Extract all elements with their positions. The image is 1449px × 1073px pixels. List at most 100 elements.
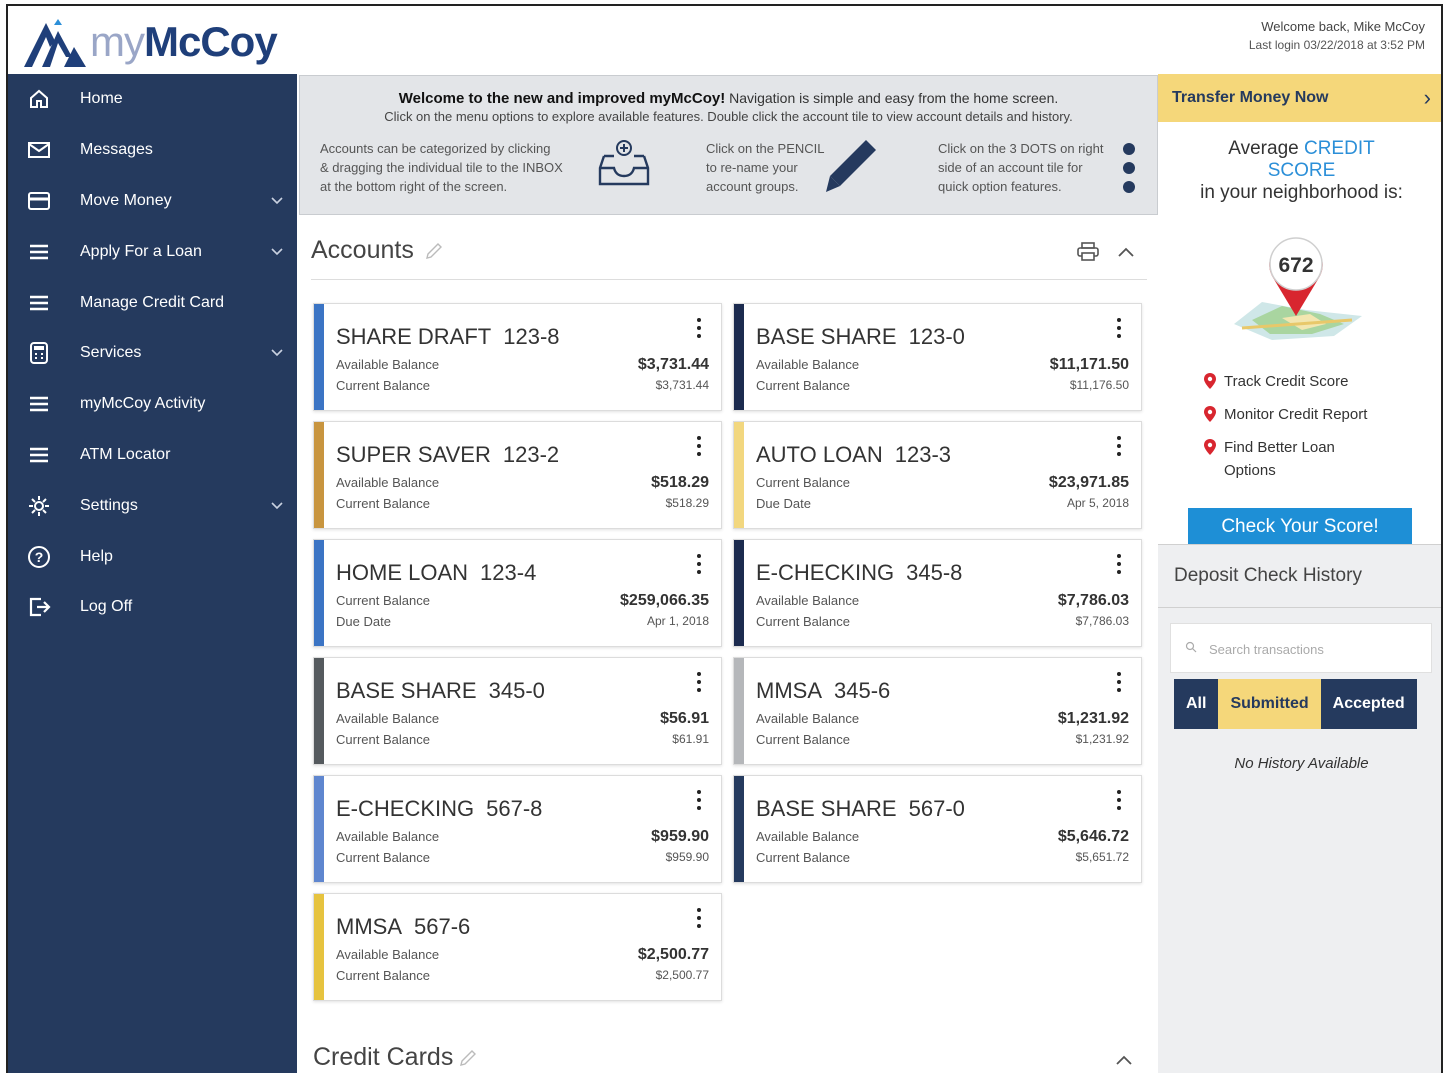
more-options-icon[interactable] <box>697 672 701 696</box>
balance-label: Current Balance <box>336 968 430 983</box>
sidebar-item-atm-locator[interactable]: ATM Locator <box>8 430 297 481</box>
transfer-money-button[interactable]: Transfer Money Now › <box>1158 74 1441 122</box>
filter-submitted-button[interactable]: Submitted <box>1218 679 1321 729</box>
sidebar-item-move-money[interactable]: Move Money <box>8 176 297 227</box>
chevron-down-icon[interactable] <box>271 192 283 210</box>
filter-all-button[interactable]: All <box>1174 679 1219 729</box>
balance-label: Current Balance <box>336 850 430 865</box>
more-options-icon[interactable] <box>1117 436 1121 460</box>
account-tile[interactable]: MMSA 567-6 Available Balance Current Balanc… <box>313 893 722 1001</box>
balance-value: $259,066.35 <box>620 592 709 609</box>
filter-accepted-button[interactable]: Accepted <box>1320 679 1417 729</box>
main-content: Welcome to the new and improved myMcCoy!… <box>297 74 1158 1073</box>
balance-label: Current Balance <box>336 593 430 608</box>
collapse-accounts-icon[interactable] <box>1117 246 1135 258</box>
account-color-bar <box>314 304 324 410</box>
credit-score-value: 672 <box>1278 254 1313 277</box>
credit-score-heading: Average CREDIT SCORE in your neighborhoo… <box>1200 138 1403 203</box>
pencil-edit-icon[interactable] <box>425 242 443 260</box>
sidebar-item-help[interactable]: ? Help <box>8 531 297 582</box>
sidebar-item-mymccoy-activity[interactable]: myMcCoy Activity <box>8 379 297 430</box>
account-color-bar <box>314 776 324 882</box>
balance-value: Apr 1, 2018 <box>646 614 709 628</box>
sidebar-item-label: Settings <box>80 496 138 514</box>
search-input[interactable] <box>1209 638 1419 660</box>
logo[interactable]: myMcCoy <box>24 12 278 72</box>
account-tile[interactable]: HOME LOAN 123-4 Current Balance Due Date $25… <box>313 539 722 647</box>
credit-cards-title: Credit Cards <box>313 1043 454 1071</box>
welcome-message: Welcome back, Mike McCoy <box>1261 19 1425 34</box>
menu-icon <box>26 391 52 417</box>
balance-value: $959.90 <box>665 850 709 864</box>
more-options-icon[interactable] <box>697 436 701 460</box>
sidebar-item-apply-for-a-loan[interactable]: Apply For a Loan <box>8 226 297 277</box>
last-login: Last login 03/22/2018 at 3:52 PM <box>1248 38 1425 52</box>
calculator-icon <box>26 340 52 366</box>
sidebar-item-log-off[interactable]: Log Off <box>8 582 297 633</box>
balance-label: Available Balance <box>756 711 860 726</box>
balance-label: Current Balance <box>756 378 850 393</box>
sidebar-item-home[interactable]: Home <box>8 74 297 125</box>
account-tile[interactable]: E-CHECKING 345-8 Available Balance Current … <box>733 539 1142 647</box>
banner-subtitle: Click on the menu options to explore ava… <box>384 109 1073 124</box>
balance-value: $518.29 <box>651 474 709 491</box>
deposit-history-title: Deposit Check History <box>1174 565 1362 586</box>
logout-icon <box>26 594 52 620</box>
chevron-down-icon[interactable] <box>271 344 283 362</box>
more-options-icon[interactable] <box>697 908 701 932</box>
account-tile[interactable]: BASE SHARE 123-0 Available Balance Current … <box>733 303 1142 411</box>
account-name: BASE SHARE 345-0 <box>336 678 545 703</box>
balance-value: $1,231.92 <box>1075 732 1129 746</box>
balance-label: Available Balance <box>756 357 860 372</box>
balance-value: $61.91 <box>672 732 709 746</box>
print-icon[interactable] <box>1077 242 1099 262</box>
pencil-edit-icon[interactable] <box>459 1049 477 1067</box>
credit-features-list: Track Credit Score Monitor Credit Report… <box>1204 370 1367 492</box>
balance-label: Due Date <box>756 496 811 511</box>
account-tile[interactable]: BASE SHARE 567-0 Available Balance Current … <box>733 775 1142 883</box>
account-tile[interactable]: MMSA 345-6 Available Balance Current Balanc… <box>733 657 1142 765</box>
balance-value: $5,646.72 <box>1057 828 1129 845</box>
sidebar-item-label: ATM Locator <box>80 445 171 463</box>
balance-value: $518.29 <box>665 496 709 510</box>
balance-label: Current Balance <box>756 475 850 490</box>
account-tile[interactable]: SHARE DRAFT 123-8 Available Balance Current… <box>313 303 722 411</box>
more-options-icon[interactable] <box>1117 672 1121 696</box>
account-tile[interactable]: AUTO LOAN 123-3 Current Balance Due Date $23… <box>733 421 1142 529</box>
balance-value: $2,500.77 <box>655 968 709 982</box>
account-name: HOME LOAN 123-4 <box>336 560 537 585</box>
sidebar-item-label: Apply For a Loan <box>80 242 202 260</box>
account-tile[interactable]: BASE SHARE 345-0 Available Balance Current … <box>313 657 722 765</box>
account-name: AUTO LOAN 123-3 <box>756 442 952 467</box>
help-icon: ? <box>26 544 52 570</box>
more-options-icon[interactable] <box>1117 790 1121 814</box>
sidebar-item-settings[interactable]: Settings <box>8 480 297 531</box>
more-options-icon[interactable] <box>697 554 701 578</box>
sidebar-item-label: Services <box>80 344 142 362</box>
tip-pencil-rename: Click on the PENCIL to re-name your accoun… <box>706 141 825 194</box>
sidebar-item-label: Move Money <box>80 191 172 209</box>
envelope-icon <box>26 137 52 163</box>
sidebar-item-manage-credit-card[interactable]: Manage Credit Card <box>8 277 297 328</box>
balance-label: Due Date <box>336 614 391 629</box>
more-options-icon[interactable] <box>1117 318 1121 342</box>
right-panel: Transfer Money Now › Average CREDIT SCOR… <box>1158 74 1443 1073</box>
sidebar-item-messages[interactable]: Messages <box>8 125 297 176</box>
chevron-down-icon[interactable] <box>271 497 283 515</box>
sidebar-item-services[interactable]: Services <box>8 328 297 379</box>
balance-value: $3,731.44 <box>637 356 709 373</box>
balance-value: $11,176.50 <box>1069 378 1129 392</box>
chevron-down-icon[interactable] <box>271 243 283 261</box>
account-name: BASE SHARE 123-0 <box>756 324 965 349</box>
account-tile[interactable]: SUPER SAVER 123-2 Available Balance Current… <box>313 421 722 529</box>
tip-drag-to-inbox: Accounts can be categorized by clicking &… <box>320 141 563 194</box>
more-options-icon[interactable] <box>1117 554 1121 578</box>
scrollbar[interactable] <box>1441 122 1443 522</box>
balance-value: $2,500.77 <box>637 946 709 963</box>
account-tile[interactable]: E-CHECKING 567-8 Available Balance Current … <box>313 775 722 883</box>
more-options-icon[interactable] <box>697 318 701 342</box>
collapse-credit-cards-icon[interactable] <box>1115 1054 1133 1066</box>
balance-value: $1,231.92 <box>1057 710 1129 727</box>
more-options-icon[interactable] <box>697 790 701 814</box>
check-your-score-button[interactable]: Check Your Score! <box>1188 508 1412 546</box>
